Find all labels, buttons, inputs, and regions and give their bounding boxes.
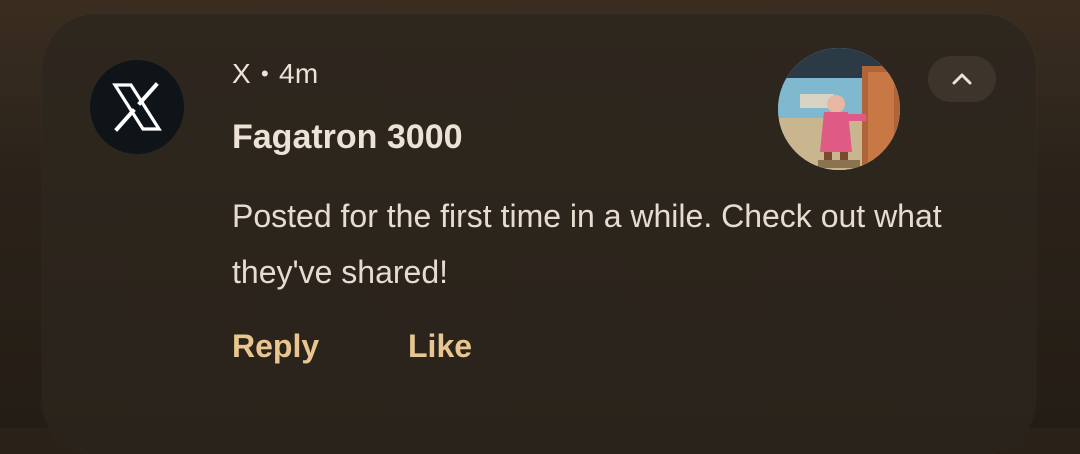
separator-dot: • [260,61,269,86]
like-button[interactable]: Like [408,328,472,365]
app-name: X [232,58,251,89]
x-logo-icon [90,60,184,154]
notification-header: X • 4m [232,58,319,90]
notification-title: Fagatron 3000 [232,118,463,156]
collapse-button[interactable] [928,56,996,102]
chevron-up-icon [952,73,972,85]
reply-button[interactable]: Reply [232,328,319,365]
timestamp: 4m [279,58,319,89]
sender-avatar [778,48,900,170]
notification-body: Posted for the first time in a while. Ch… [232,198,942,290]
